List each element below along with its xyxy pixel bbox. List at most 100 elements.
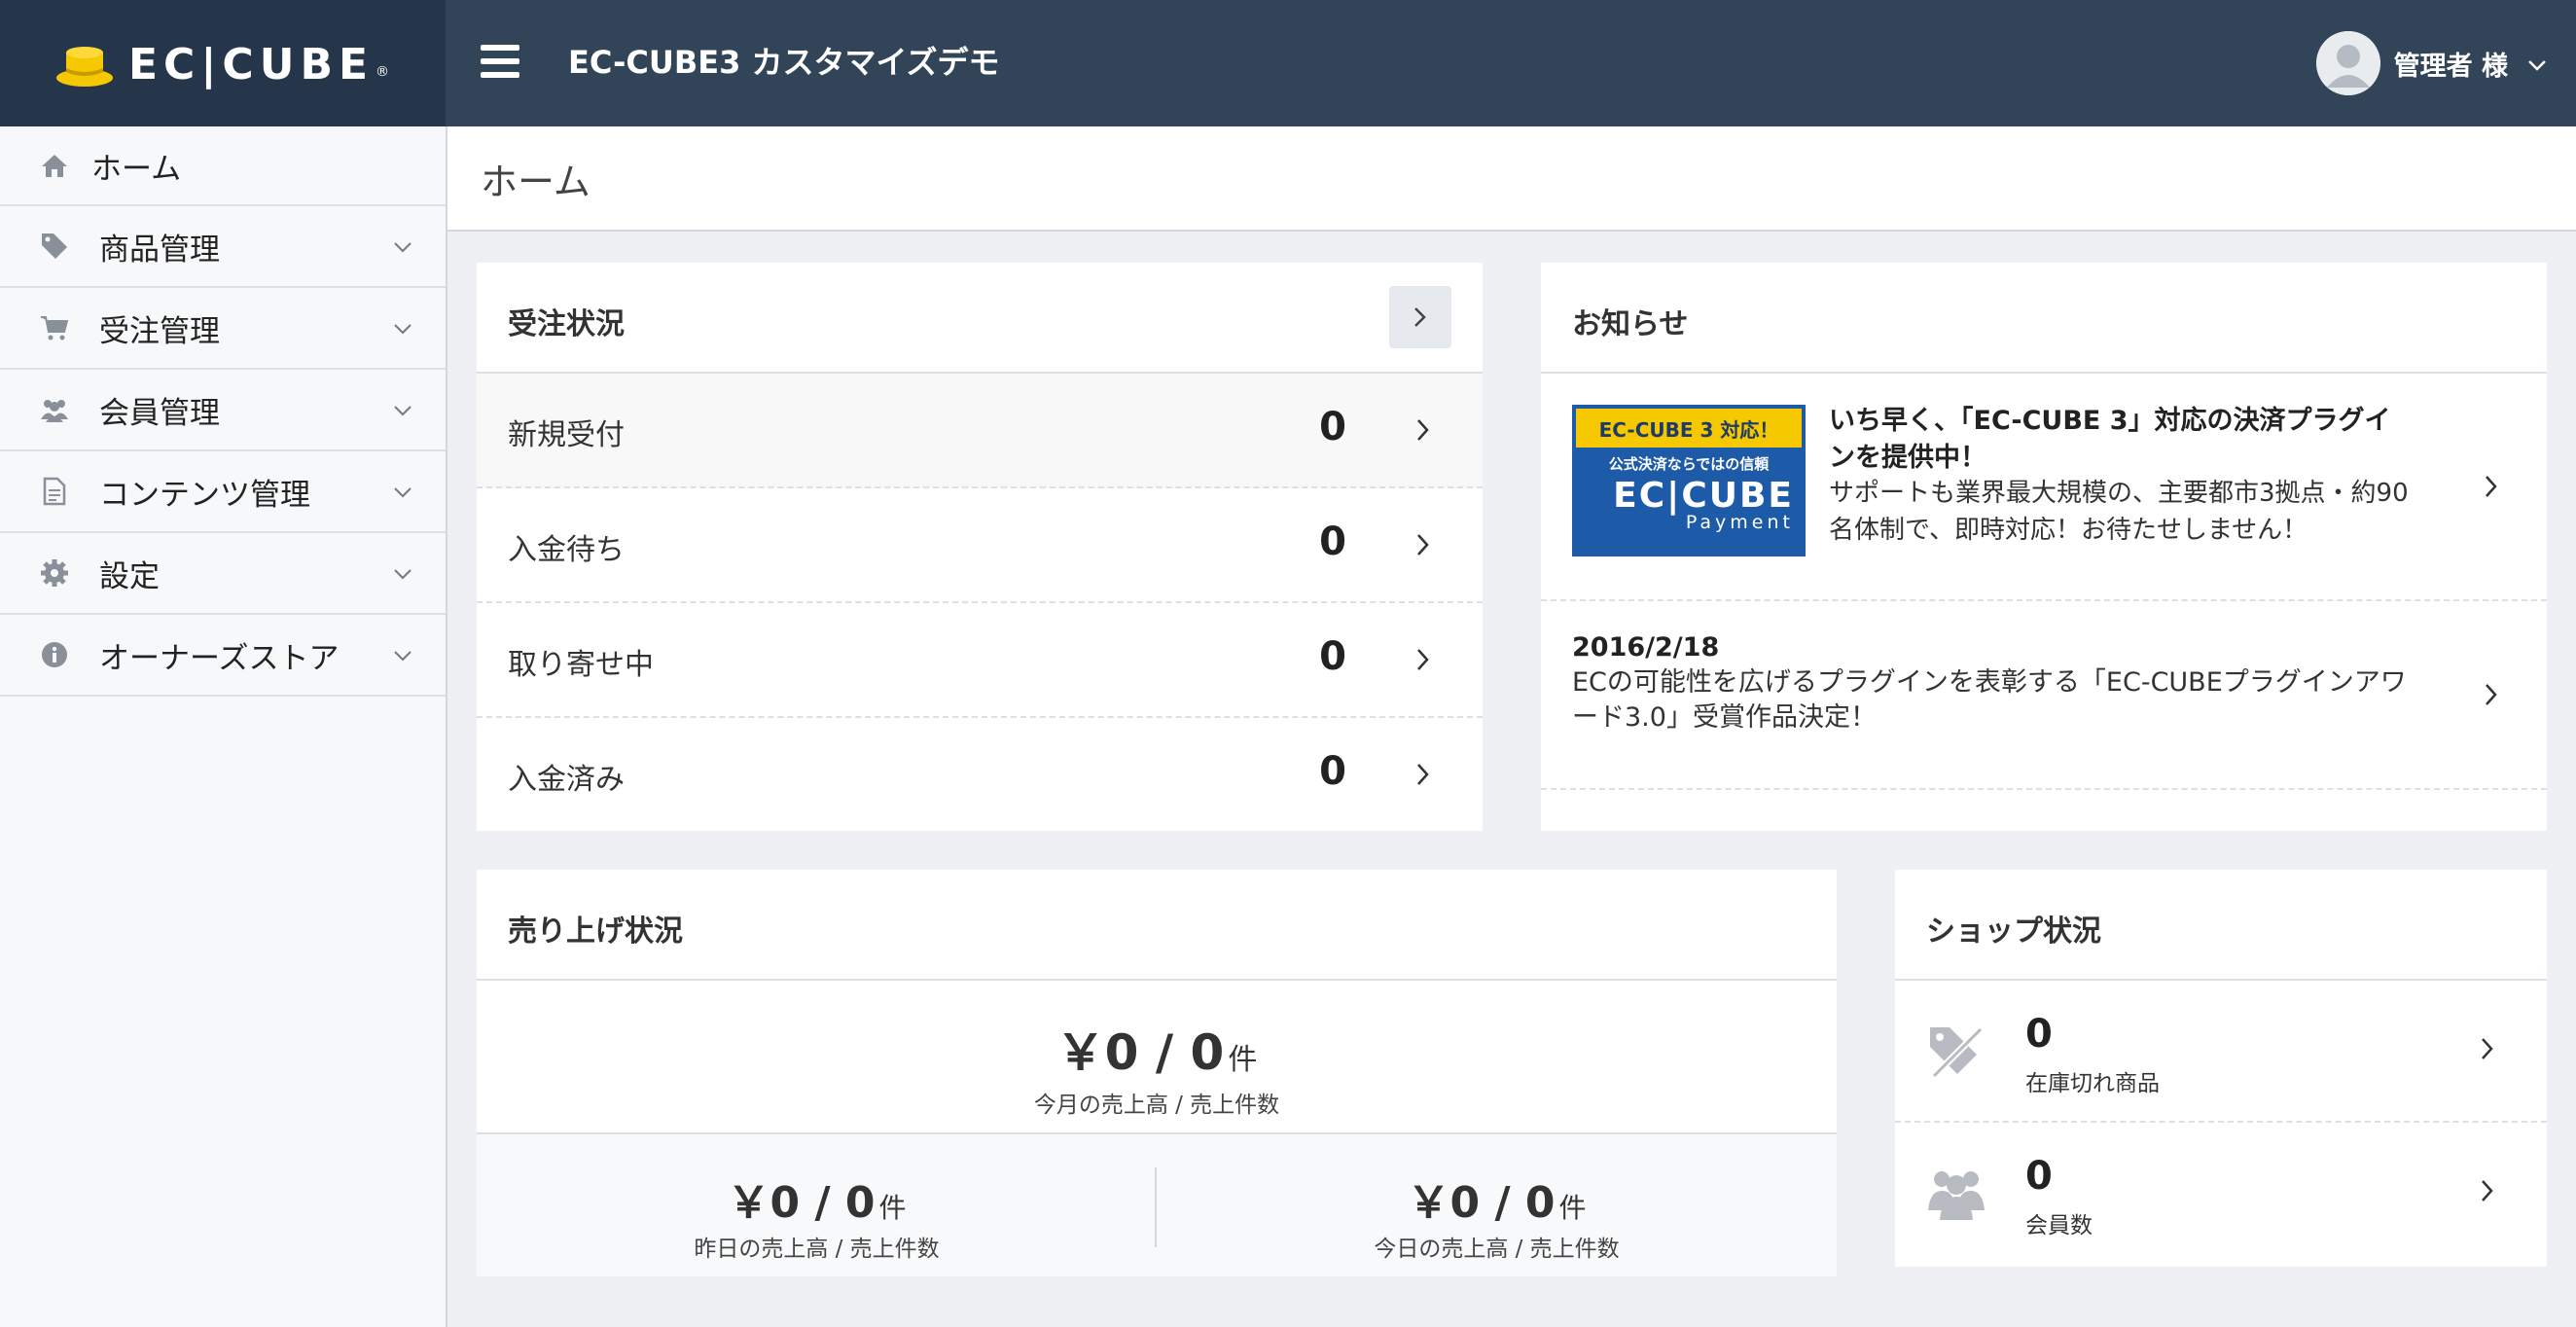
hamburger-bar — [481, 58, 519, 64]
banner-tagline: 公式決済ならではの信頼 — [1608, 455, 1770, 473]
daily-sales: ￥0 / 0件 昨日の売上高 / 売上件数 ￥0 / 0件 今日の売上高 / 売… — [477, 1134, 1837, 1276]
yesterday-sales-caption: 昨日の売上高 / 売上件数 — [694, 1237, 940, 1262]
sidebar-item-members[interactable]: 会員管理 — [0, 370, 446, 451]
order-list-button[interactable] — [1389, 286, 1451, 348]
chevron-right-icon — [2486, 476, 2497, 497]
out-of-stock-label: 在庫切れ商品 — [2025, 1071, 2160, 1096]
user-silhouette-icon — [2315, 31, 2380, 95]
chevron-right-icon — [1417, 764, 1429, 785]
logo-text: EC|CUBE — [128, 39, 375, 90]
logo-area[interactable]: EC|CUBE ® — [0, 0, 446, 126]
chevron-down-icon — [394, 242, 411, 253]
sidebar-item-label: 商品管理 — [99, 232, 220, 268]
sidebar-item-label: コンテンツ管理 — [99, 477, 310, 513]
banner-logo-text: EC|CUBE — [1613, 476, 1794, 516]
news-body: サポートも業界最大規模の、主要都市3拠点・約90名体制で、即時対応！お待たせしま… — [1829, 479, 2409, 545]
sidebar-item-label: 設定 — [99, 558, 160, 594]
top-header: EC|CUBE ® EC-CUBE3 カスタマイズデモ 管理者 様 — [0, 0, 2576, 126]
sales-status-card: 売り上げ状況 ￥0 / 0件 今月の売上高 / 売上件数 ￥0 / 0件 昨日の… — [477, 870, 1837, 1276]
order-count: 0 — [1319, 520, 1346, 564]
today-sales-amount: ￥0 / 0件 — [1407, 1178, 1587, 1228]
monthly-sales-amount: ￥0 / 0件 — [1055, 1024, 1258, 1081]
chevron-right-icon — [1417, 534, 1429, 556]
shop-row-members[interactable]: 0 会員数 — [1895, 1123, 2547, 1265]
yesterday-sales-amount: ￥0 / 0件 — [727, 1178, 907, 1228]
order-status-label: 取り寄せ中 — [508, 648, 654, 682]
order-status-card: 受注状況 新規受付 0 入金待ち 0 取り寄せ中 0 入金済み 0 — [477, 263, 1483, 831]
member-count: 0 — [2025, 1154, 2053, 1199]
ec-cube-logo[interactable]: EC|CUBE ® — [54, 39, 389, 90]
info-icon — [39, 639, 70, 670]
site-title[interactable]: EC-CUBE3 カスタマイズデモ — [568, 39, 1000, 86]
hamburger-bar — [481, 45, 519, 51]
cube-hat-icon — [56, 47, 113, 87]
chevron-down-icon — [394, 651, 411, 662]
out-of-stock-count: 0 — [2025, 1012, 2053, 1057]
chevron-down-icon — [394, 406, 411, 416]
order-count: 0 — [1319, 634, 1346, 679]
today-sales: ￥0 / 0件 今日の売上高 / 売上件数 — [1157, 1134, 1837, 1276]
news-date: 2016/2/18 — [1572, 632, 1720, 663]
sidebar-item-label: 受注管理 — [99, 313, 220, 349]
tag-icon — [39, 231, 70, 262]
order-status-label: 新規受付 — [508, 418, 625, 452]
page-title: ホーム — [481, 161, 590, 203]
order-row-paid[interactable]: 入金済み 0 — [477, 718, 1483, 831]
sidebar-item-orders[interactable]: 受注管理 — [0, 288, 446, 370]
chevron-right-icon — [2482, 1038, 2493, 1059]
registered-mark: ® — [376, 64, 390, 80]
card-header: ショップ状況 — [1895, 870, 2547, 981]
news-title: いち早く、「EC-CUBE 3」対応の決済プラグインを提供中！ — [1829, 406, 2391, 473]
sidebar-item-label: 会員管理 — [99, 395, 220, 431]
users-icon — [39, 394, 70, 425]
document-icon — [39, 476, 70, 507]
home-icon — [39, 150, 70, 181]
shop-status-card: ショップ状況 0 在庫切れ商品 0 会員数 — [1895, 870, 2547, 1267]
monthly-sales: ￥0 / 0件 今月の売上高 / 売上件数 — [477, 981, 1837, 1134]
shop-row-out-of-stock[interactable]: 0 在庫切れ商品 — [1895, 981, 2547, 1123]
sidebar-item-label: ホーム — [91, 151, 182, 187]
user-menu[interactable]: 管理者 様 — [2315, 31, 2547, 95]
chevron-right-icon — [1417, 649, 1429, 670]
order-status-label: 入金済み — [508, 763, 625, 797]
yesterday-sales: ￥0 / 0件 昨日の売上高 / 売上件数 — [477, 1134, 1157, 1276]
monthly-sales-caption: 今月の売上高 / 売上件数 — [1033, 1093, 1280, 1118]
card-header: お知らせ — [1541, 263, 2547, 374]
banner-headline: EC-CUBE 3 対応！ — [1576, 409, 1802, 448]
chevron-down-icon — [2528, 60, 2546, 71]
sidebar-item-settings[interactable]: 設定 — [0, 533, 446, 615]
order-row-backorder[interactable]: 取り寄せ中 0 — [477, 603, 1483, 718]
order-count: 0 — [1319, 749, 1346, 794]
gear-icon — [39, 557, 70, 589]
page-header: ホーム — [447, 126, 2576, 232]
order-row-new[interactable]: 新規受付 0 — [477, 374, 1483, 488]
hamburger-bar — [481, 72, 519, 78]
order-row-awaiting-payment[interactable]: 入金待ち 0 — [477, 488, 1483, 603]
card-title: お知らせ — [1572, 307, 1689, 341]
order-count: 0 — [1319, 405, 1346, 449]
user-name: 管理者 様 — [2393, 51, 2508, 82]
order-status-label: 入金待ち — [508, 533, 625, 567]
chevron-right-icon — [1417, 419, 1429, 441]
news-item-featured[interactable]: EC-CUBE 3 対応！ 公式決済ならではの信頼 EC|CUBE Paymen… — [1541, 374, 2547, 601]
chevron-down-icon — [394, 487, 411, 498]
news-text: ECの可能性を広げるプラグインを表彰する「EC-CUBEプラグインアワード3.0… — [1572, 667, 2407, 733]
sidebar-item-home[interactable]: ホーム — [0, 126, 446, 206]
card-title: 受注状況 — [508, 307, 625, 341]
card-title: 売り上げ状況 — [508, 915, 683, 949]
cart-icon — [39, 312, 70, 343]
chevron-right-icon — [2482, 1180, 2493, 1201]
chevron-down-icon — [394, 569, 411, 580]
card-header: 売り上げ状況 — [477, 870, 1837, 981]
card-header: 受注状況 — [477, 263, 1483, 374]
tag-off-icon — [1930, 1026, 1984, 1079]
avatar — [2315, 31, 2380, 95]
news-card: お知らせ EC-CUBE 3 対応！ 公式決済ならではの信頼 EC|CUBE P… — [1541, 263, 2547, 831]
news-item[interactable]: 2016/2/18 ECの可能性を広げるプラグインを表彰する「EC-CUBEプラ… — [1541, 601, 2547, 790]
sidebar-item-products[interactable]: 商品管理 — [0, 206, 446, 288]
sidebar-item-owners-store[interactable]: オーナーズストア — [0, 615, 446, 697]
chevron-down-icon — [394, 324, 411, 335]
menu-toggle-button[interactable] — [481, 45, 519, 78]
sidebar-item-label: オーナーズストア — [99, 640, 340, 676]
sidebar-item-content[interactable]: コンテンツ管理 — [0, 451, 446, 533]
